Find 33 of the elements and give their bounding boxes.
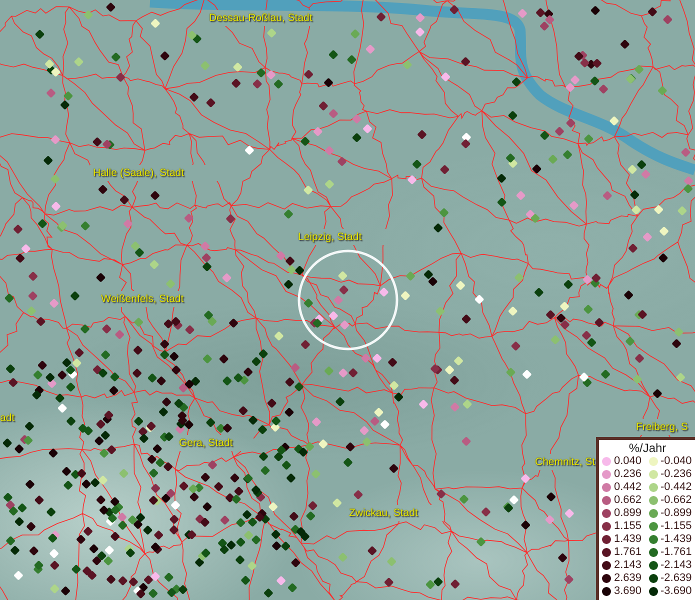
place-label: Dessau-Roßlau, Stadt — [209, 12, 312, 24]
legend-title: %/Jahr — [628, 441, 668, 455]
legend-value: 0.236 — [614, 468, 642, 481]
legend-value: -0.442 — [660, 481, 692, 494]
legend-value: -1.155 — [660, 520, 692, 533]
place-label: Freiberg, S — [636, 421, 688, 433]
legend-value: 0.899 — [614, 507, 642, 520]
legend-value: -0.662 — [660, 494, 692, 507]
place-label: Leipzig, Stadt — [298, 231, 362, 243]
place-label: Gera, Stadt — [179, 437, 233, 449]
legend-value: -3.690 — [660, 585, 692, 598]
legend-value: 2.143 — [614, 559, 642, 572]
legend-value: 1.155 — [614, 520, 642, 533]
place-label: adt — [0, 412, 15, 424]
legend-value: -2.639 — [660, 572, 692, 585]
legend-value: -0.899 — [660, 507, 692, 520]
legend-value: 0.662 — [614, 494, 642, 507]
legend-value: 0.442 — [614, 481, 642, 494]
legend-value: -0.040 — [660, 455, 692, 468]
legend-value: -1.761 — [660, 546, 692, 559]
selection-circle[interactable] — [298, 250, 398, 350]
legend-value: 0.040 — [614, 455, 642, 468]
place-label: Chemnitz, St — [535, 456, 596, 468]
place-label: Zwickau, Stadt — [349, 507, 418, 519]
legend-value: 2.639 — [614, 572, 642, 585]
legend-value: -1.439 — [660, 533, 692, 546]
legend-value: -0.236 — [660, 468, 692, 481]
legend-value: -2.143 — [660, 559, 692, 572]
legend-value: 3.690 — [614, 585, 642, 598]
legend-value: 1.439 — [614, 533, 642, 546]
legend-value: 1.761 — [614, 546, 642, 559]
place-label: Weißenfels, Stadt — [101, 293, 184, 305]
place-label: Halle (Saale), Stadt — [93, 167, 184, 179]
